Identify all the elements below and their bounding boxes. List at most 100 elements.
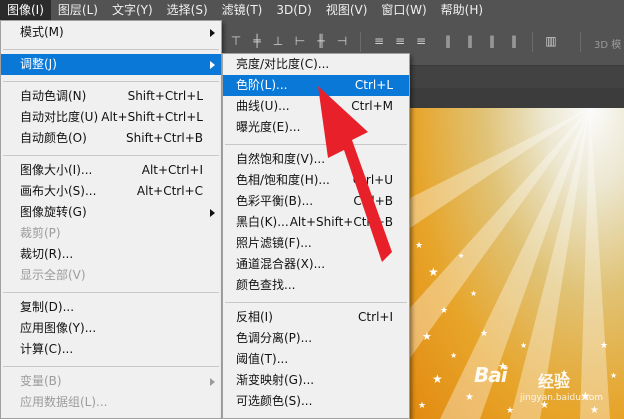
menu-item-label: 亮度/对比度(C)... (236, 57, 330, 71)
menu-item-apply-data-set: 应用数据组(L)... (1, 392, 221, 413)
menu-item-photo-filter[interactable]: 照片滤镜(F)... (223, 233, 409, 254)
submenu-arrow-icon (210, 209, 215, 217)
submenu-arrow-icon (210, 29, 215, 37)
menu-item-image-rotation[interactable]: 图像旋转(G) (1, 202, 221, 223)
menu-separator (3, 155, 219, 156)
menu-item-shortcut: Shift+Ctrl+L (127, 89, 203, 103)
menu-separator (225, 302, 407, 303)
distribute-right-icon[interactable]: ‖ (485, 34, 499, 48)
align-bottom-icon[interactable]: ⊥ (271, 34, 285, 48)
menu-bar: 图像(I) 图层(L) 文字(Y) 选择(S) 滤镜(T) 3D(D) 视图(V… (0, 0, 624, 20)
3d-mode-label: 3D 模 (594, 40, 622, 51)
distribute-top-icon[interactable]: ≡ (372, 34, 386, 48)
menu-item-gradient-map[interactable]: 渐变映射(G)... (223, 370, 409, 391)
align-hcenter-icon[interactable]: ╫ (314, 34, 328, 48)
menu-item-label: 黑白(K)... (236, 215, 289, 229)
menu-3d[interactable]: 3D(D) (269, 0, 318, 20)
align-vcenter-icon[interactable]: ╪ (250, 34, 264, 48)
menu-item-label: 图像旋转(G) (20, 205, 87, 219)
menu-item-levels[interactable]: 色阶(L)... Ctrl+L (223, 75, 409, 96)
submenu-arrow-icon (210, 61, 215, 69)
menu-item-label: 变量(B) (20, 374, 62, 388)
menu-item-label: 通道混合器(X)... (236, 257, 326, 271)
menu-image[interactable]: 图像(I) (0, 0, 51, 20)
menu-item-label: 照片滤镜(F)... (236, 236, 312, 250)
image-menu-dropdown: 模式(M) 调整(J) 自动色调(N) Shift+Ctrl+L 自动对比度(U… (0, 20, 222, 419)
menu-layer[interactable]: 图层(L) (51, 0, 105, 20)
document-canvas[interactable]: ★ ★ ★ ★ ★ ★ ★ ★ ★ ★ ★ ★ ★ ★ ★ ★ ★ ★ ★ ★ (410, 108, 624, 419)
menu-item-label: 可选颜色(S)... (236, 394, 313, 408)
menu-item-shortcut: Ctrl+L (354, 78, 393, 92)
menu-item-label: 色阶(L)... (236, 78, 288, 92)
menu-item-label: 自动色调(N) (20, 89, 87, 103)
menu-item-label: 调整(J) (20, 57, 57, 71)
menu-separator (3, 49, 219, 50)
menu-type[interactable]: 文字(Y) (105, 0, 160, 20)
menu-item-canvas-size[interactable]: 画布大小(S)... Alt+Ctrl+C (1, 181, 221, 202)
menu-item-label: 阈值(T)... (236, 352, 289, 366)
menu-item-exposure[interactable]: 曝光度(E)... (223, 117, 409, 138)
menu-window[interactable]: 窗口(W) (374, 0, 433, 20)
align-top-icon[interactable]: ⊤ (229, 34, 243, 48)
menu-separator (3, 366, 219, 367)
menu-item-shortcut: Alt+Ctrl+I (141, 163, 203, 177)
menu-item-auto-contrast[interactable]: 自动对比度(U) Alt+Shift+Ctrl+L (1, 107, 221, 128)
auto-align-icon[interactable]: ▥ (544, 34, 558, 48)
menu-view[interactable]: 视图(V) (319, 0, 375, 20)
svg-text:★: ★ (470, 289, 477, 298)
menu-item-apply-image[interactable]: 应用图像(Y)... (1, 318, 221, 339)
menu-item-auto-tone[interactable]: 自动色调(N) Shift+Ctrl+L (1, 86, 221, 107)
menu-item-mode[interactable]: 模式(M) (1, 22, 221, 43)
toolbar-divider (360, 32, 361, 52)
menu-separator (225, 144, 407, 145)
menu-item-calculations[interactable]: 计算(C)... (1, 339, 221, 360)
menu-item-vibrance[interactable]: 自然饱和度(V)... (223, 149, 409, 170)
menu-item-shortcut: Ctrl+M (351, 99, 393, 113)
menu-item-label: 反相(I) (236, 310, 273, 324)
menu-help[interactable]: 帮助(H) (434, 0, 490, 20)
svg-text:★: ★ (428, 265, 439, 279)
menu-item-brightness-contrast[interactable]: 亮度/对比度(C)... (223, 54, 409, 75)
menu-item-label: 色相/饱和度(H)... (236, 173, 330, 187)
menu-filter[interactable]: 滤镜(T) (215, 0, 270, 20)
distribute-vcenter-icon[interactable]: ≡ (393, 34, 407, 48)
menu-item-label: 画布大小(S)... (20, 184, 97, 198)
menu-item-label: 色调分离(P)... (236, 331, 313, 345)
menu-item-duplicate[interactable]: 复制(D)... (1, 297, 221, 318)
align-left-icon[interactable]: ⊢ (293, 34, 307, 48)
menu-item-threshold[interactable]: 阈值(T)... (223, 349, 409, 370)
distribute-bottom-icon[interactable]: ≡ (414, 34, 428, 48)
menu-item-color-lookup[interactable]: 颜色查找... (223, 275, 409, 296)
menu-item-variables: 变量(B) (1, 371, 221, 392)
menu-item-posterize[interactable]: 色调分离(P)... (223, 328, 409, 349)
svg-text:★: ★ (415, 241, 423, 251)
menu-item-black-white[interactable]: 黑白(K)... Alt+Shift+Ctrl+B (223, 212, 409, 233)
menu-item-label: 自动颜色(O) (20, 131, 87, 145)
menu-item-image-size[interactable]: 图像大小(I)... Alt+Ctrl+I (1, 160, 221, 181)
menu-item-selective-color[interactable]: 可选颜色(S)... (223, 391, 409, 412)
menu-item-trim[interactable]: 裁切(R)... (1, 244, 221, 265)
menu-item-label: 自然饱和度(V)... (236, 152, 326, 166)
distribute-hspace-icon[interactable]: ‖ (507, 34, 521, 48)
svg-text:★: ★ (506, 406, 514, 416)
menu-select[interactable]: 选择(S) (160, 0, 215, 20)
align-right-icon[interactable]: ⊣ (335, 34, 349, 48)
menu-separator (3, 81, 219, 82)
submenu-arrow-icon (210, 378, 215, 386)
menu-item-adjust[interactable]: 调整(J) (1, 54, 221, 75)
menu-item-auto-color[interactable]: 自动颜色(O) Shift+Ctrl+B (1, 128, 221, 149)
menu-item-label: 应用数据组(L)... (20, 395, 108, 409)
distribute-left-icon[interactable]: ‖ (441, 34, 455, 48)
menu-item-curves[interactable]: 曲线(U)... Ctrl+M (223, 96, 409, 117)
menu-item-label: 图像大小(I)... (20, 163, 93, 177)
menu-item-label: 曲线(U)... (236, 99, 290, 113)
svg-text:★: ★ (450, 351, 457, 360)
menu-item-invert[interactable]: 反相(I) Ctrl+I (223, 307, 409, 328)
menu-item-shortcut: Ctrl+B (353, 194, 393, 208)
adjustments-submenu: 亮度/对比度(C)... 色阶(L)... Ctrl+L 曲线(U)... Ct… (222, 53, 410, 419)
svg-text:★: ★ (600, 341, 608, 351)
distribute-hcenter-icon[interactable]: ‖ (463, 34, 477, 48)
menu-item-color-balance[interactable]: 色彩平衡(B)... Ctrl+B (223, 191, 409, 212)
menu-item-hue-saturation[interactable]: 色相/饱和度(H)... Ctrl+U (223, 170, 409, 191)
menu-item-channel-mixer[interactable]: 通道混合器(X)... (223, 254, 409, 275)
